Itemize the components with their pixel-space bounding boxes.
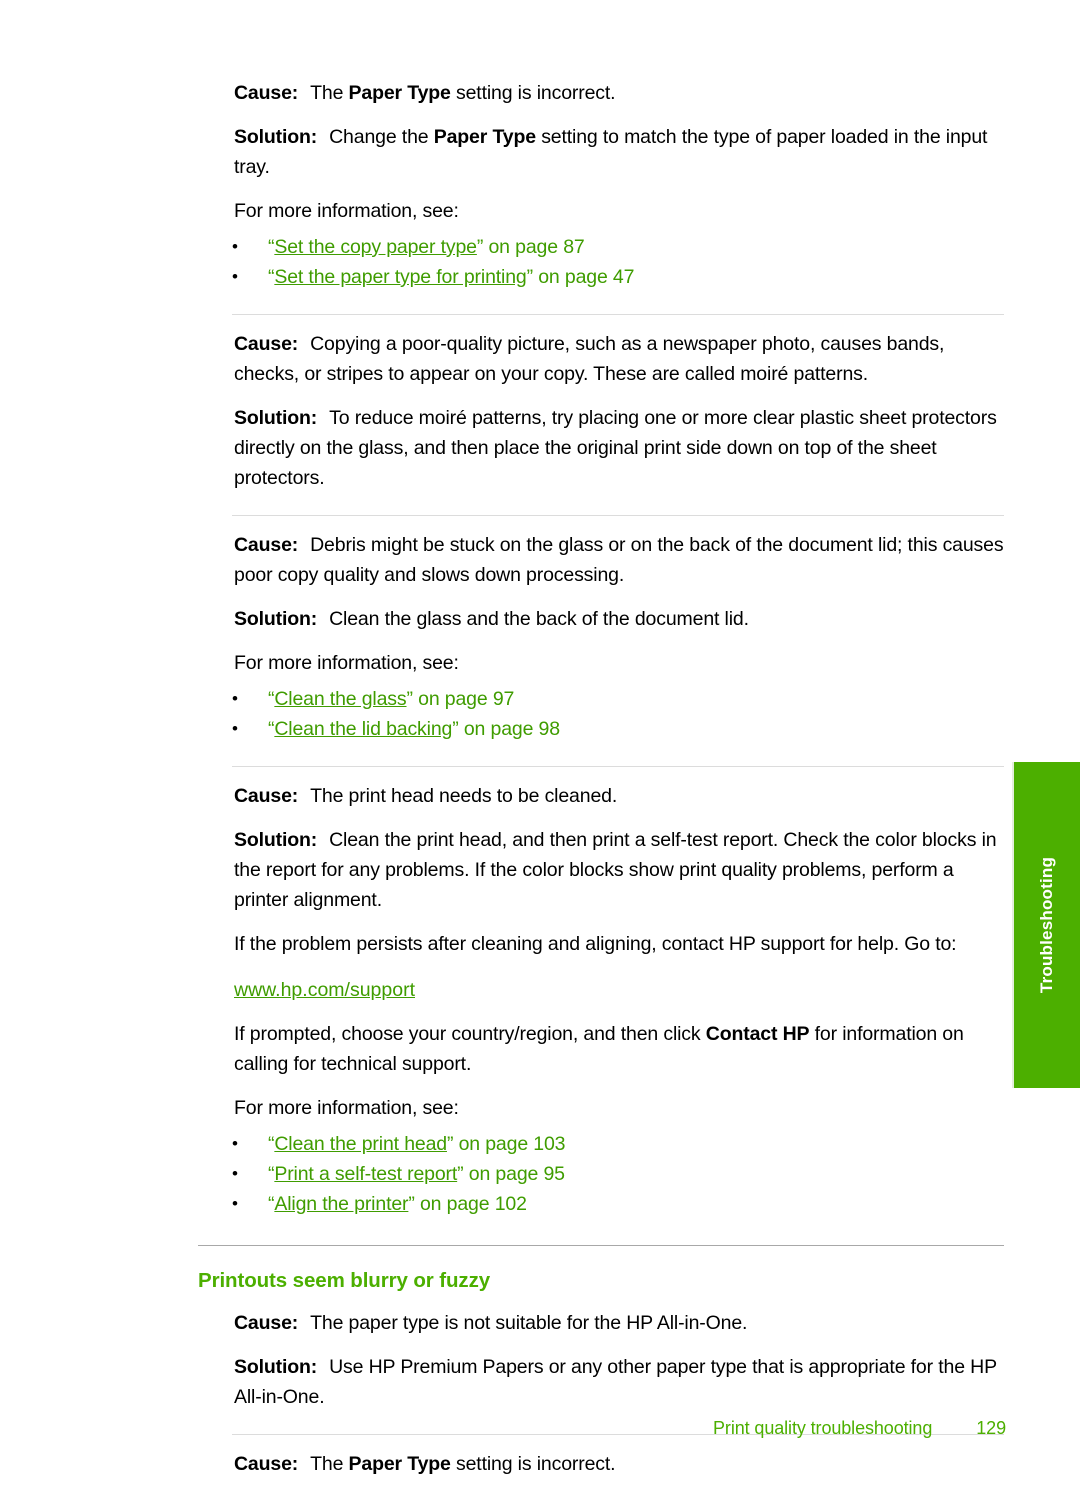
cause-label: Cause: — [234, 1453, 299, 1475]
solution-paragraph: Solution: Change the Paper Type setting t… — [234, 108, 1006, 182]
more-information-label: For more information, see: — [234, 200, 459, 222]
list-item: • “Set the copy paper type” on page 87 — [232, 232, 1006, 262]
solution-label: Solution: — [234, 126, 318, 148]
cause-label: Cause: — [234, 534, 299, 556]
solution-label: Solution: — [234, 608, 318, 630]
list-item: • “Print a self-test report” on page 95 — [232, 1159, 1006, 1189]
page-reference: on page 47 — [532, 266, 635, 288]
support-url-line: www.hp.com/support — [234, 975, 1006, 1005]
solution-label: Solution: — [234, 407, 318, 429]
cause-label: Cause: — [234, 785, 299, 807]
page-reference: on page 97 — [412, 688, 515, 710]
solution-paragraph: Solution: Clean the glass and the back of… — [234, 590, 1006, 634]
cross-reference-list: • “Clean the print head” on page 103 • “Pr… — [198, 1129, 1006, 1219]
solution-paragraph: Solution: Clean the print head, and then … — [234, 811, 1006, 915]
cause-paragraph: Cause: The print head needs to be cleaned… — [234, 767, 1006, 811]
solution-text-part-1: Change the — [329, 126, 434, 148]
cause-label: Cause: — [234, 333, 299, 355]
solution-label: Solution: — [234, 829, 318, 851]
cross-reference-link[interactable]: Set the paper type for printing — [274, 266, 526, 288]
list-item: • “Align the printer” on page 102 — [232, 1189, 1006, 1219]
footer-title: Print quality troubleshooting — [713, 1418, 933, 1438]
page-reference: on page 98 — [458, 718, 560, 740]
chapter-side-tab-label: Troubleshooting — [1037, 856, 1056, 994]
page-reference: on page 103 — [453, 1133, 566, 1155]
cause-text: Copying a poor-quality picture, such as … — [234, 333, 945, 385]
cross-reference-link[interactable]: Set the copy paper type — [274, 236, 477, 258]
prompted-paragraph: If prompted, choose your country/region,… — [234, 1005, 1006, 1079]
troubleshooting-block-6: Cause: The Paper Type setting is incorrec… — [198, 1435, 1006, 1479]
cross-reference-link[interactable]: Clean the lid backing — [274, 718, 452, 740]
cause-text: The print head needs to be cleaned. — [310, 785, 618, 807]
cause-label: Cause: — [234, 82, 299, 104]
cause-label: Cause: — [234, 1312, 299, 1334]
solution-bold-term: Paper Type — [433, 126, 536, 148]
problem-persists-text: If the problem persists after cleaning a… — [234, 933, 957, 955]
more-information-label: For more information, see: — [234, 652, 459, 674]
page-footer: Print quality troubleshooting 129 — [198, 1418, 1006, 1439]
cause-paragraph: Cause: Debris might be stuck on the glass… — [234, 516, 1006, 590]
troubleshooting-block-5: Printouts seem blurry or fuzzy Cause: The… — [198, 1268, 1006, 1412]
bullet-icon: • — [232, 689, 238, 708]
contact-hp-bold-term: Contact HP — [705, 1023, 810, 1045]
section-heading: Printouts seem blurry or fuzzy — [198, 1269, 491, 1292]
content-column: Cause: The Paper Type setting is incorrec… — [198, 78, 1006, 1479]
troubleshooting-block-2: Cause: Copying a poor-quality picture, su… — [198, 315, 1006, 493]
cause-text-part-2: setting is incorrect. — [450, 1453, 616, 1475]
solution-text: Clean the glass and the back of the docu… — [329, 608, 749, 630]
cross-reference-link[interactable]: Print a self-test report — [274, 1163, 457, 1185]
bullet-icon: • — [232, 1164, 238, 1183]
footer-page-number: 129 — [976, 1418, 1006, 1438]
cause-bold-term: Paper Type — [348, 1453, 451, 1475]
document-page: Cause: The Paper Type setting is incorrec… — [0, 0, 1080, 1495]
cause-text: Debris might be stuck on the glass or on… — [234, 534, 1004, 586]
more-information-label: For more information, see: — [234, 1097, 459, 1119]
cross-reference-link[interactable]: Clean the glass — [274, 688, 406, 710]
cross-reference-link[interactable]: Clean the print head — [274, 1133, 447, 1155]
solution-text: Clean the print head, and then print a s… — [234, 829, 997, 911]
cause-text-part-2: setting is incorrect. — [450, 82, 616, 104]
solution-paragraph: Solution: To reduce moiré patterns, try p… — [234, 389, 1006, 493]
bullet-icon: • — [232, 1134, 238, 1153]
bullet-icon: • — [232, 1194, 238, 1213]
bullet-icon: • — [232, 267, 238, 286]
list-item: • “Clean the print head” on page 103 — [232, 1129, 1006, 1159]
cause-paragraph: Cause: The Paper Type setting is incorrec… — [234, 78, 1006, 108]
bullet-icon: • — [232, 719, 238, 738]
bullet-icon: • — [232, 237, 238, 256]
cause-paragraph: Cause: The paper type is not suitable for… — [234, 1294, 1006, 1338]
solution-paragraph: Solution: Use HP Premium Papers or any ot… — [234, 1338, 1006, 1412]
section-divider — [198, 1245, 1004, 1246]
solution-text: To reduce moiré patterns, try placing on… — [234, 407, 997, 489]
cross-reference-list: • “Clean the glass” on page 97 • “Clean th… — [198, 684, 1006, 744]
troubleshooting-block-3: Cause: Debris might be stuck on the glass… — [198, 516, 1006, 744]
cause-text-part-1: The — [310, 1453, 349, 1475]
list-item: • “Clean the glass” on page 97 — [232, 684, 1006, 714]
cause-text: The paper type is not suitable for the H… — [310, 1312, 748, 1334]
troubleshooting-block-4: Cause: The print head needs to be cleaned… — [198, 767, 1006, 1219]
list-item: • “Set the paper type for printing” on pa… — [232, 262, 1006, 292]
page-reference: on page 87 — [483, 236, 585, 258]
cause-bold-term: Paper Type — [348, 82, 451, 104]
cause-paragraph: Cause: Copying a poor-quality picture, su… — [234, 315, 1006, 389]
list-item: • “Clean the lid backing” on page 98 — [232, 714, 1006, 744]
cross-reference-link[interactable]: Align the printer — [274, 1193, 408, 1215]
prompted-text-part-1: If prompted, choose your country/region,… — [234, 1023, 706, 1045]
hp-support-url-link[interactable]: www.hp.com/support — [234, 979, 415, 1001]
cause-text-part-1: The — [310, 82, 349, 104]
cross-reference-list: • “Set the copy paper type” on page 87 • “… — [198, 232, 1006, 292]
troubleshooting-block-1: Cause: The Paper Type setting is incorrec… — [198, 78, 1006, 292]
solution-label: Solution: — [234, 1356, 318, 1378]
cause-paragraph: Cause: The Paper Type setting is incorrec… — [234, 1435, 1006, 1479]
chapter-side-tab: Troubleshooting — [1012, 762, 1080, 1088]
page-reference: on page 95 — [463, 1163, 565, 1185]
page-reference: on page 102 — [414, 1193, 527, 1215]
solution-text: Use HP Premium Papers or any other paper… — [234, 1356, 997, 1408]
